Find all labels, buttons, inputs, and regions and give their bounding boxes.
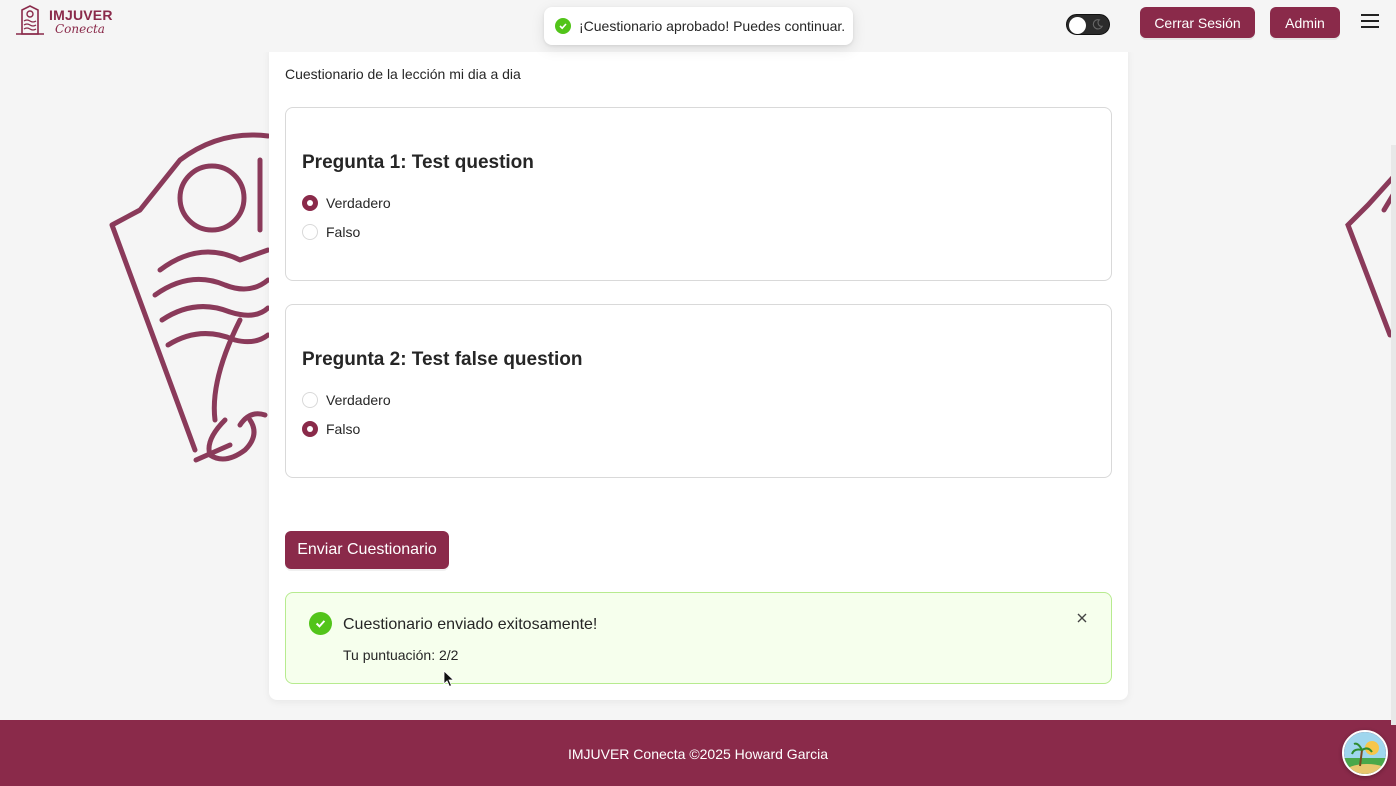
check-circle-icon — [555, 18, 571, 34]
option-label: Verdadero — [326, 392, 391, 408]
alert-score: Tu puntuación: 2/2 — [343, 647, 459, 663]
toast-message: ¡Cuestionario aprobado! Puedes continuar… — [579, 18, 846, 34]
question-card: Pregunta 2: Test false question Verdader… — [285, 304, 1112, 478]
success-toast: ¡Cuestionario aprobado! Puedes continuar… — [544, 7, 853, 45]
logout-button[interactable]: Cerrar Sesión — [1140, 7, 1255, 38]
option-label: Verdadero — [326, 195, 391, 211]
footer-text: IMJUVER Conecta ©2025 Howard Garcia — [567, 746, 829, 762]
admin-button[interactable]: Admin — [1270, 7, 1340, 38]
avatar[interactable] — [1342, 730, 1388, 776]
close-icon[interactable] — [1075, 611, 1089, 625]
scrollbar[interactable] — [1391, 145, 1396, 725]
logo[interactable]: IMJUVER Conecta — [14, 4, 113, 38]
question-card: Pregunta 1: Test question Verdadero Fals… — [285, 107, 1112, 281]
radio-button[interactable] — [302, 392, 318, 408]
radio-button[interactable] — [302, 195, 318, 211]
quiz-card: Cuestionario de la lección mi dia a dia … — [269, 48, 1128, 700]
logo-subtitle: Conecta — [55, 21, 105, 36]
question-title: Pregunta 2: Test false question — [302, 349, 583, 370]
footer: IMJUVER Conecta ©2025 Howard Garcia — [0, 720, 1396, 786]
radio-option-verdadero[interactable]: Verdadero — [302, 392, 391, 408]
option-label: Falso — [326, 421, 361, 437]
theme-toggle[interactable] — [1066, 14, 1110, 35]
question-title: Pregunta 1: Test question — [302, 152, 534, 173]
mouse-cursor-icon — [443, 670, 455, 688]
radio-button[interactable] — [302, 421, 318, 437]
toggle-knob — [1069, 17, 1086, 34]
quiz-description: Cuestionario de la lección mi dia a dia — [285, 66, 521, 82]
logo-icon — [16, 5, 44, 35]
submit-quiz-button[interactable]: Enviar Cuestionario — [285, 531, 449, 569]
radio-option-falso[interactable]: Falso — [302, 421, 360, 437]
moon-icon — [1092, 19, 1104, 30]
radio-option-falso[interactable]: Falso — [302, 224, 360, 240]
hamburger-menu-icon[interactable] — [1360, 12, 1380, 30]
option-label: Falso — [326, 224, 361, 240]
logo-title: IMJUVER — [49, 6, 113, 23]
check-circle-icon — [309, 612, 332, 635]
radio-option-verdadero[interactable]: Verdadero — [302, 195, 391, 211]
decorative-illustration-right — [1345, 171, 1396, 338]
success-alert: Cuestionario enviado exitosamente! Tu pu… — [285, 592, 1112, 684]
decorative-illustration — [109, 132, 271, 463]
alert-title: Cuestionario enviado exitosamente! — [343, 616, 598, 633]
radio-button[interactable] — [302, 224, 318, 240]
